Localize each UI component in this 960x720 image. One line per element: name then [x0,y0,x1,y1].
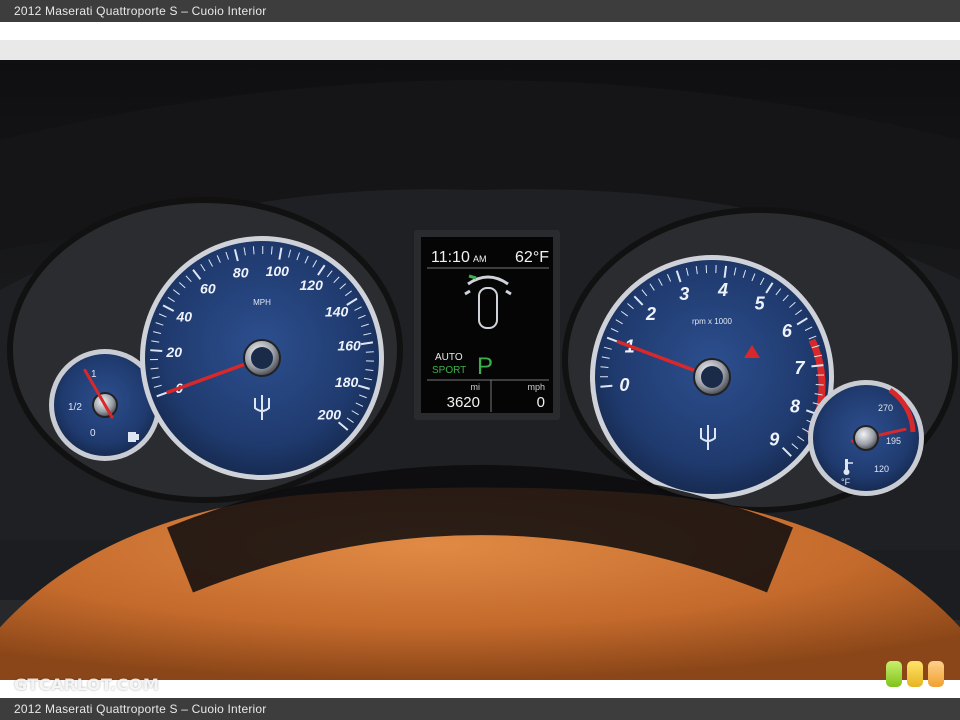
tacho-label: 2 [645,304,656,324]
tacho-label: 3 [679,284,689,304]
display-temperature: 62°F [515,249,549,266]
tacho-tick-mark [600,384,613,388]
speedo-label: 160 [337,338,361,354]
speed-value: 0 [537,394,545,411]
temp-tick-195: 195 [886,436,901,446]
tacho-label: 6 [782,321,793,341]
speedo-label: 120 [300,277,324,293]
tacho-label: 0 [619,375,629,395]
speedo-tick-mark [150,349,163,353]
bottom-caption-bar: 2012 Maserati Quattroporte S – Cuoio Int… [0,698,960,720]
coolant-temp-gauge: 270 195 120 °F [808,380,924,496]
speedo-label: 180 [335,374,359,390]
tacho-label: 4 [717,280,728,300]
drive-mode-sport: SPORT [432,365,466,376]
fuel-tick-half: 1/2 [68,402,82,413]
display-ampm: AM [473,254,487,264]
speedo-label: 200 [317,406,342,422]
indicator-lights [886,661,944,687]
top-caption-bar: 2012 Maserati Quattroporte S – Cuoio Int… [0,0,960,22]
speedo-label: 100 [266,263,290,279]
gear-indicator: P [477,353,493,380]
speedo-label: 40 [176,309,193,325]
speed-label: mph [527,382,545,392]
speedo-label: 20 [165,344,182,360]
top-caption: 2012 Maserati Quattroporte S – Cuoio Int… [14,4,267,18]
speedometer: 020406080100120140160180200 MPH [140,236,384,480]
temp-unit: °F [841,477,851,487]
tacho-tick-mark [815,383,824,386]
yellow-light-icon [907,661,923,687]
tacho-label: 5 [755,293,766,313]
temp-tick-120: 120 [874,464,889,474]
fuel-tick-full: 1 [91,369,97,380]
speedo-label: 60 [200,281,216,297]
temp-tick-270: 270 [878,403,893,413]
odometer-value: 3620 [447,394,480,411]
display-time: 11:10 [431,249,470,266]
drive-mode-auto: AUTO [435,352,463,363]
tacho-label: 8 [790,397,800,417]
gtcarlot-watermark: GTCARLOT.COM [14,675,160,694]
green-light-icon [886,661,902,687]
orange-light-icon [928,661,944,687]
dashboard-photo: 0 1/2 1 020406080100120140160180200 MPH … [0,40,960,680]
tacho-label: 7 [794,358,805,378]
tacho-tick-mark [811,364,824,368]
odometer-label: mi [471,382,481,392]
tacho-unit: rpm x 1000 [692,317,733,326]
speedo-label: 140 [325,303,349,319]
tacho-label: 9 [769,430,779,450]
tachometer: 0123456789 rpm x 1000 [590,255,834,499]
bottom-caption: 2012 Maserati Quattroporte S – Cuoio Int… [14,702,267,716]
speedo-tick-mark [252,246,255,255]
fuel-tick-0: 0 [90,428,96,439]
speedo-label: 80 [233,265,249,281]
info-display: 11:10 AM 62°F AUTO SPORT P mi 3620 mph 0 [414,230,560,420]
speedo-unit: MPH [253,298,271,307]
